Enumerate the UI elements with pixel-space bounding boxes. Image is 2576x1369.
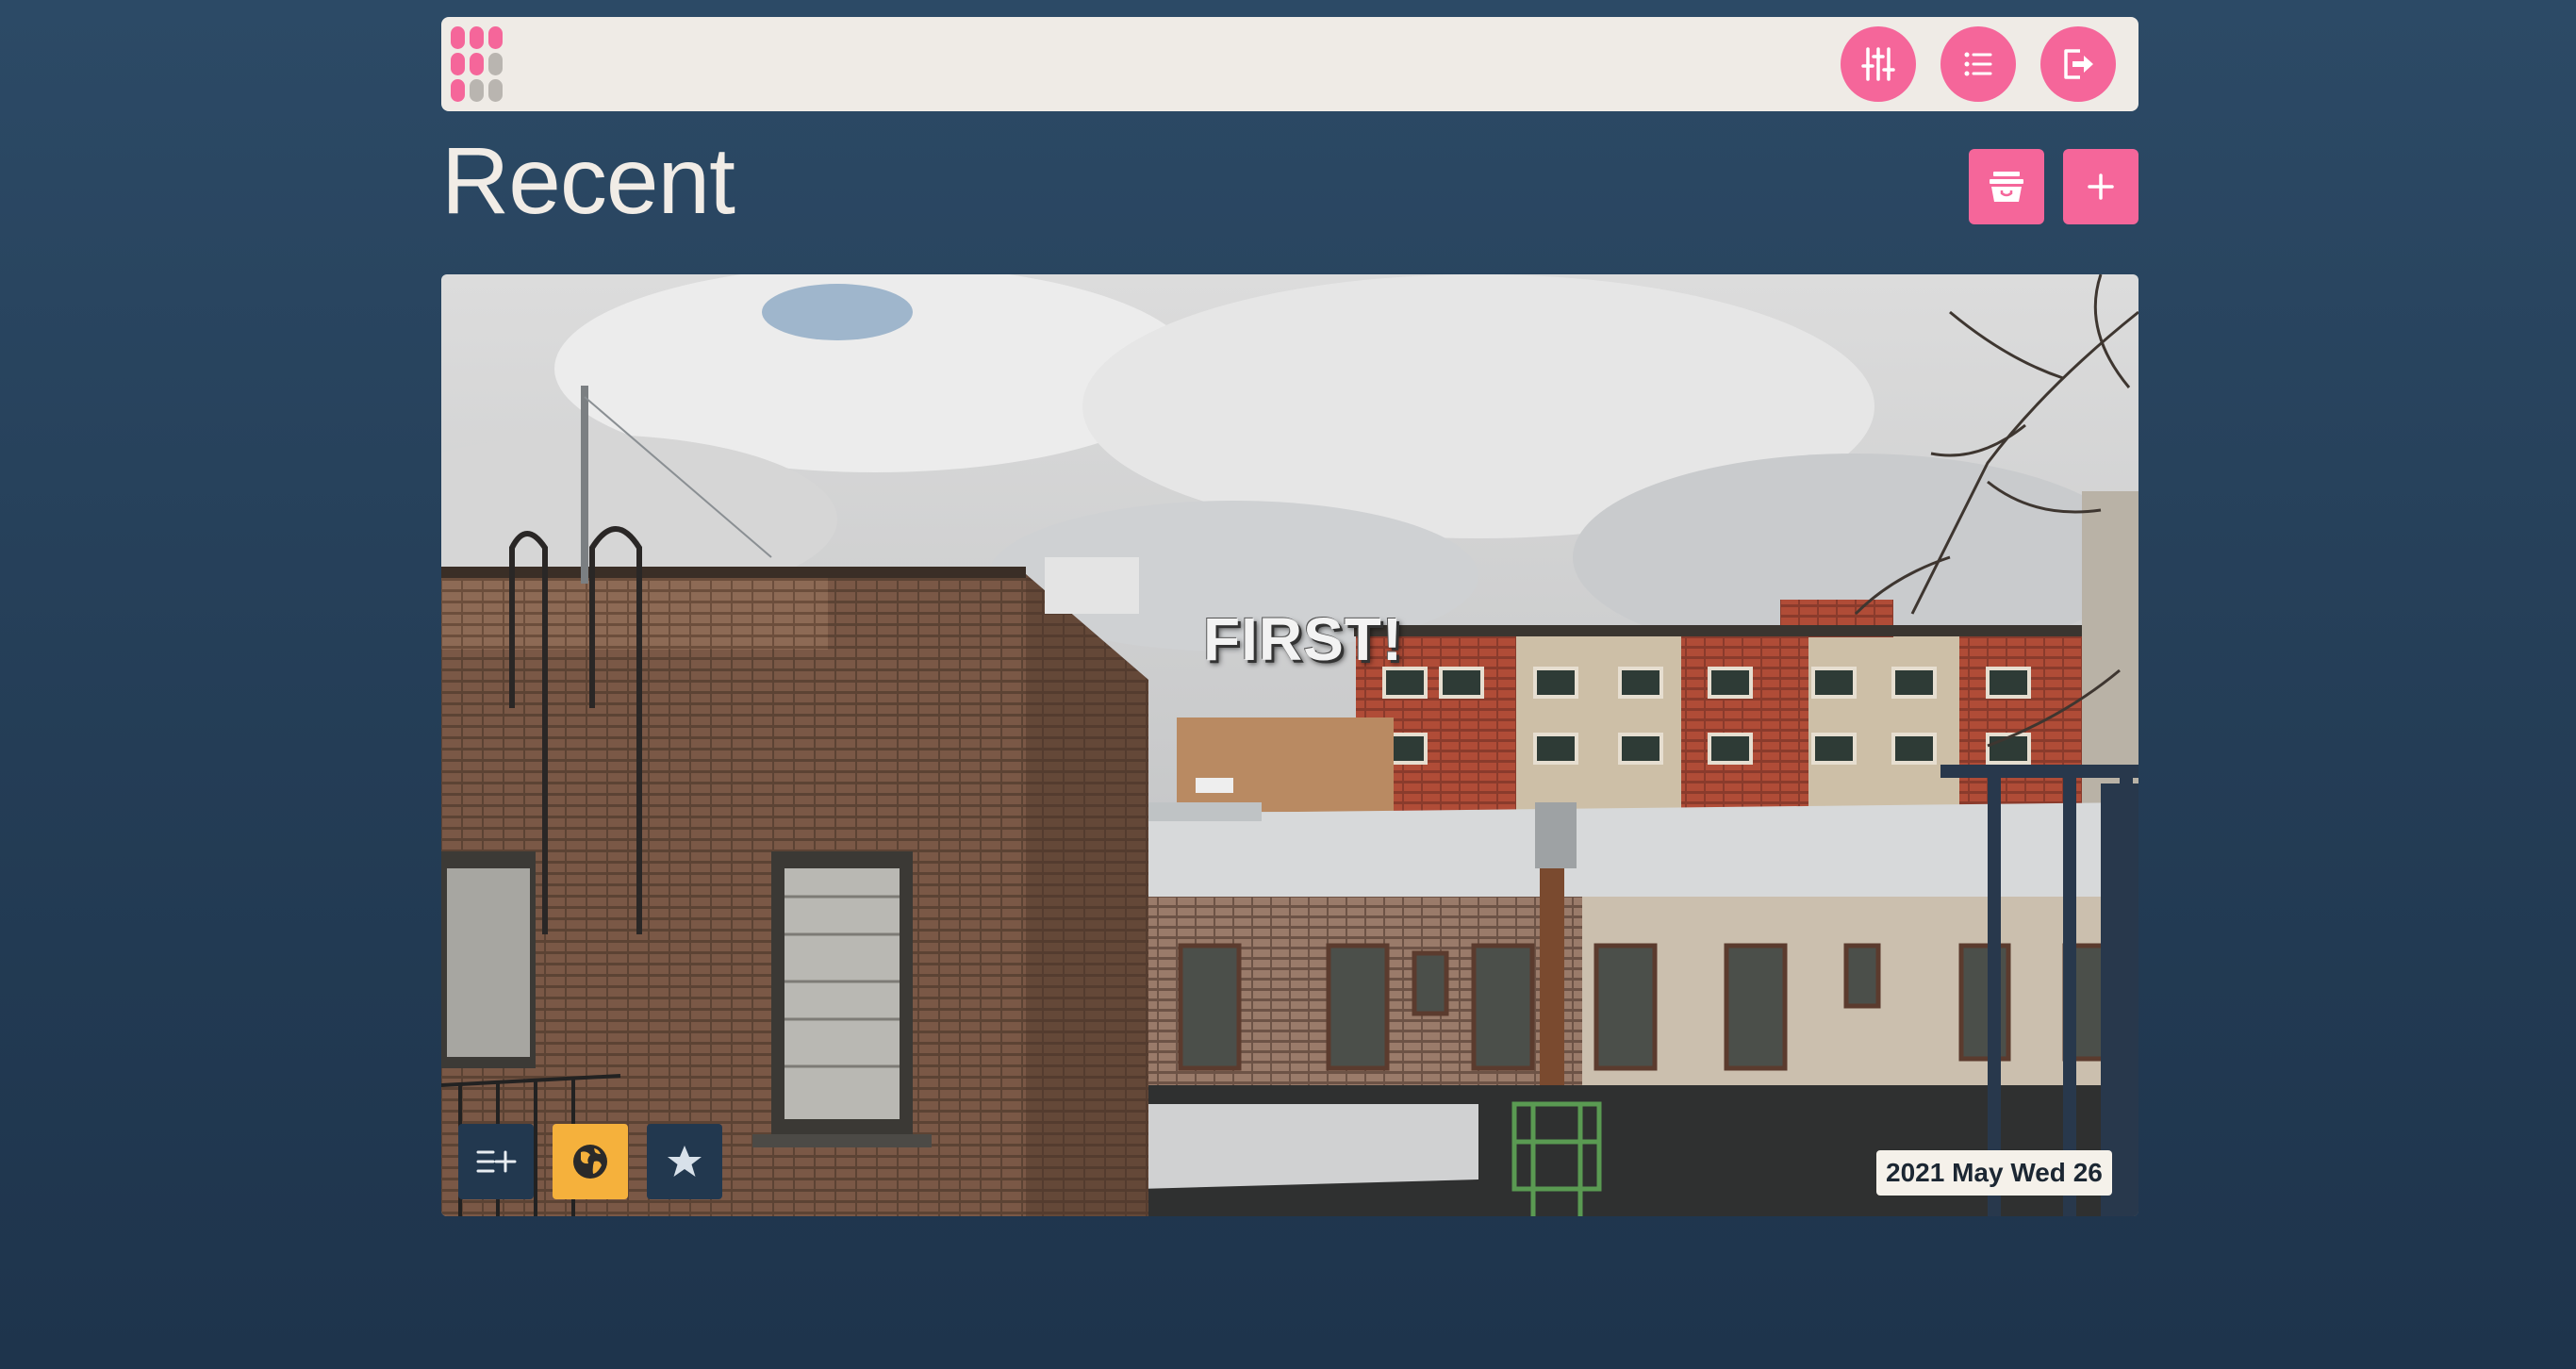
list-view-button[interactable]	[1940, 26, 2016, 102]
settings-sliders-button[interactable]	[1841, 26, 1916, 102]
add-to-list-button[interactable]	[458, 1124, 534, 1199]
list-icon	[1964, 52, 1992, 76]
globe-icon	[573, 1145, 607, 1179]
add-button[interactable]	[2063, 149, 2138, 224]
page-title: Recent	[441, 128, 735, 234]
app-grid-logo-icon[interactable]	[451, 26, 507, 102]
photo-post-card[interactable]: FIRST! 2021 May Wed 26	[441, 274, 2138, 1216]
plus-icon	[2088, 173, 2114, 200]
sliders-icon	[1861, 47, 1895, 81]
favorite-button[interactable]	[647, 1124, 722, 1199]
logout-button[interactable]	[2040, 26, 2116, 102]
rooftops-photo	[441, 274, 2138, 1216]
top-nav-bar	[441, 17, 2138, 111]
add-to-list-icon	[476, 1150, 517, 1173]
star-icon	[668, 1146, 702, 1177]
post-caption: FIRST!	[1203, 605, 1404, 673]
public-visibility-button[interactable]	[553, 1124, 628, 1199]
post-date-badge: 2021 May Wed 26	[1876, 1150, 2112, 1196]
basket-button[interactable]	[1969, 149, 2044, 224]
basket-icon	[1990, 172, 2023, 202]
logout-icon	[2064, 49, 2093, 79]
